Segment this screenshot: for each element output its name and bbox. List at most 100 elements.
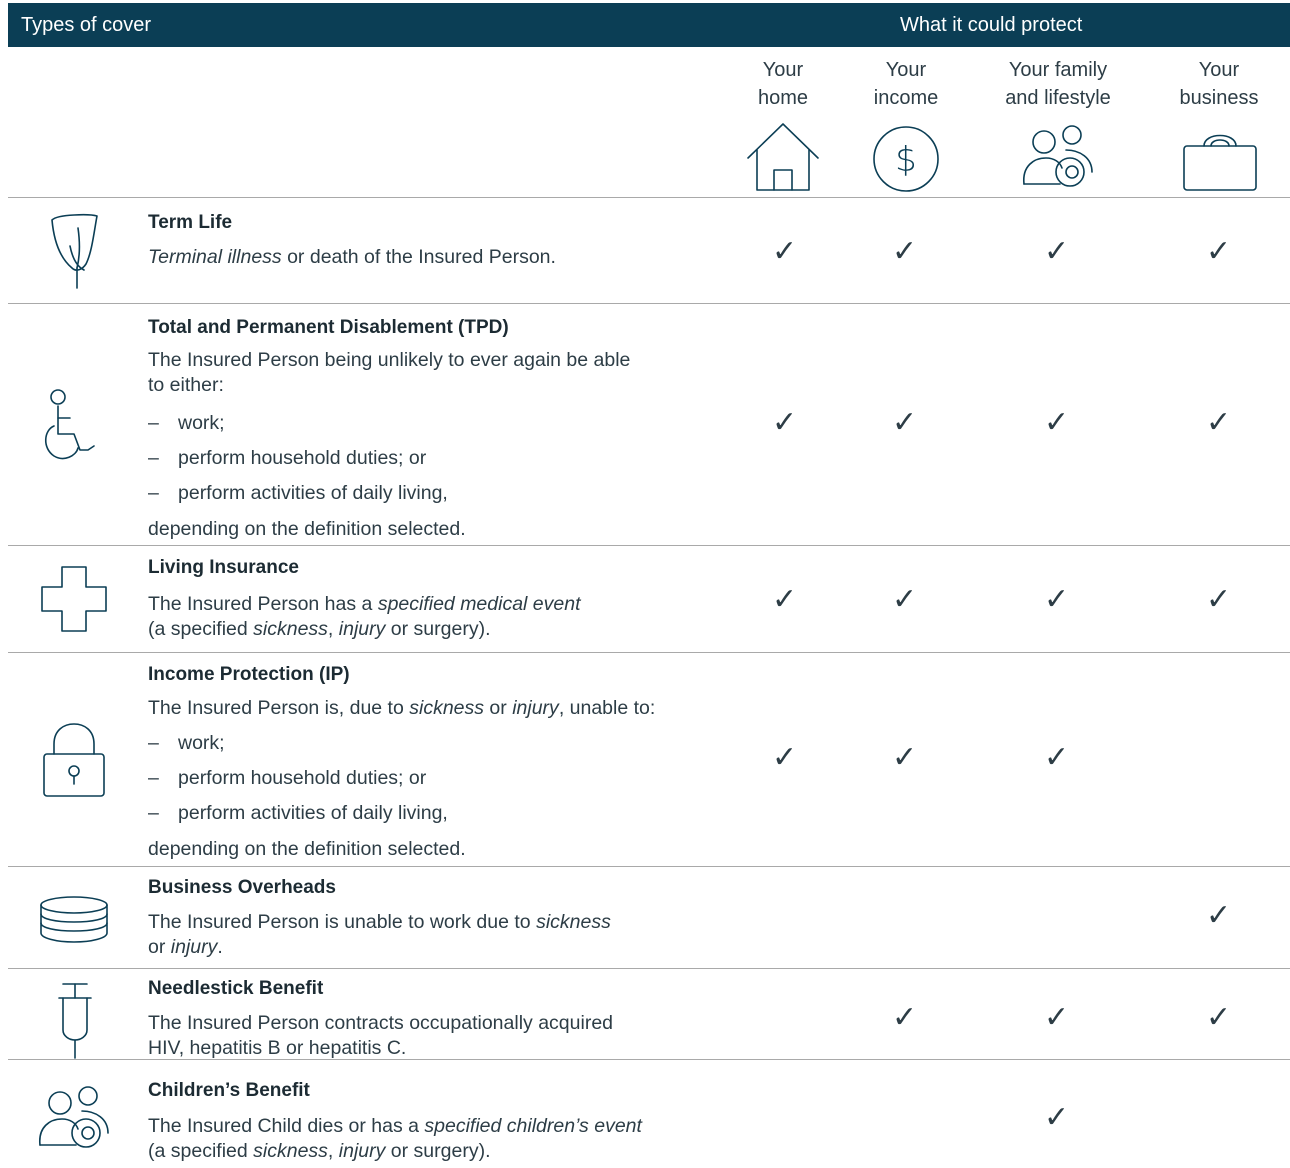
- check-mark-business: ✓: [1206, 583, 1232, 616]
- check-mark-family: ✓: [1044, 235, 1070, 268]
- row-description: Terminal illness or death of the Insured…: [148, 245, 556, 270]
- row-divider: [8, 652, 1290, 653]
- italic-term: Terminal illness: [148, 246, 282, 268]
- dash: –: [148, 732, 159, 754]
- check-mark-income: ✓: [892, 583, 918, 616]
- list-item-text: perform activities of daily living,: [178, 482, 448, 504]
- italic-term: injury: [512, 697, 559, 719]
- row-divider: [8, 545, 1290, 546]
- italic-term: specified medical event: [377, 593, 581, 615]
- column-heading-line: and lifestyle: [1005, 87, 1111, 109]
- text-segment: , unable to:: [558, 697, 656, 719]
- check-mark-income: ✓: [892, 406, 918, 439]
- row-description: The Insured Child dies or has a specifie…: [148, 1114, 642, 1164]
- text-segment: or death of the Insured Person.: [281, 246, 556, 268]
- column-heading-line: Your: [885, 59, 927, 81]
- row-divider: [8, 303, 1290, 304]
- column-heading-line: home: [757, 87, 809, 109]
- dash: –: [148, 802, 159, 824]
- column-heading-line: business: [1179, 87, 1259, 109]
- check-mark-family: ✓: [1044, 1001, 1070, 1034]
- list-item: – perform household duties; or: [148, 767, 426, 790]
- list-item-text: work;: [178, 732, 225, 754]
- briefcase-icon: [1182, 128, 1258, 192]
- row-divider: [8, 197, 1290, 198]
- list-item: – perform household duties; or: [148, 447, 426, 470]
- list-item-text: perform household duties; or: [178, 447, 427, 469]
- text-line: HIV, hepatitis B or hepatitis C.: [148, 1037, 407, 1059]
- italic-term: injury: [338, 1140, 386, 1162]
- table-header-bar: Types of cover What it could protect: [8, 3, 1290, 47]
- dash: –: [148, 482, 159, 504]
- row-divider: [8, 866, 1290, 867]
- list-item: – perform activities of daily living,: [148, 482, 448, 505]
- column-heading-line: Your family: [1008, 59, 1108, 81]
- text-segment: The Insured Person is unable to work due…: [148, 911, 537, 933]
- row-title: Needlestick Benefit: [148, 978, 324, 999]
- lily-icon: [50, 212, 100, 290]
- check-mark-family: ✓: [1044, 1101, 1070, 1134]
- italic-term: sickness: [253, 618, 328, 640]
- list-item-text: perform activities of daily living,: [178, 802, 448, 824]
- svg-text:$: $: [895, 140, 917, 180]
- padlock-icon: [42, 722, 106, 798]
- check-mark-family: ✓: [1044, 583, 1070, 616]
- row-title: Children’s Benefit: [148, 1080, 310, 1101]
- list-item: – perform activities of daily living,: [148, 802, 448, 825]
- text-line: The Insured Person is unable to work due…: [148, 910, 611, 935]
- column-heading-line: Your: [1198, 59, 1240, 81]
- types-of-cover-heading: Types of cover: [21, 14, 152, 36]
- row-footer-text: depending on the definition selected.: [148, 838, 466, 860]
- row-description: The Insured Person has a specified medic…: [148, 592, 581, 642]
- text-segment: (a specified: [148, 1140, 254, 1162]
- text-line: (a specified sickness, injury or surgery…: [148, 617, 581, 642]
- family-icon: [36, 1083, 112, 1151]
- row-footer-text: depending on the definition selected.: [148, 518, 466, 540]
- column-heading-family: Your family and lifestyle: [988, 56, 1128, 112]
- dollar-icon: $: [870, 124, 942, 194]
- row-title: Living Insurance: [148, 557, 299, 578]
- check-mark-business: ✓: [1206, 235, 1232, 268]
- text-segment: .: [217, 936, 223, 958]
- text-line: to either:: [148, 374, 224, 396]
- check-mark-family: ✓: [1044, 741, 1070, 774]
- text-segment: (a specified: [148, 618, 254, 640]
- column-heading-income: Your income: [856, 56, 956, 112]
- column-heading-business: Your business: [1164, 56, 1274, 112]
- text-segment: The Insured Child dies or has a: [148, 1115, 425, 1137]
- italic-term: injury: [170, 936, 218, 958]
- row-divider: [8, 968, 1290, 969]
- row-title: Business Overheads: [148, 877, 336, 898]
- row-description: The Insured Person being unlikely to eve…: [148, 348, 630, 398]
- row-description: The Insured Person contracts occupationa…: [148, 1011, 613, 1061]
- text-segment: ,: [327, 1140, 339, 1162]
- italic-term: sickness: [409, 697, 485, 719]
- column-heading-home: Your home: [733, 56, 833, 112]
- row-description: The Insured Person is, due to sickness o…: [148, 696, 655, 721]
- text-line: The Insured Person contracts occupationa…: [148, 1012, 614, 1034]
- text-segment: The Insured Person has a: [148, 593, 378, 615]
- check-mark-family: ✓: [1044, 406, 1070, 439]
- text-segment: or: [484, 697, 513, 719]
- what-it-could-protect-heading: What it could protect: [900, 14, 1083, 36]
- dash: –: [148, 412, 159, 434]
- text-segment: or: [148, 936, 171, 958]
- text-segment: or surgery).: [385, 618, 491, 640]
- column-heading-line: Your: [762, 59, 804, 81]
- text-line: (a specified sickness, injury or surgery…: [148, 1139, 642, 1164]
- text-segment: The Insured Person is, due to: [148, 697, 410, 719]
- text-line: The Insured Child dies or has a specifie…: [148, 1114, 642, 1139]
- check-mark-business: ✓: [1206, 406, 1232, 439]
- wheelchair-icon: [44, 388, 106, 464]
- check-mark-home: ✓: [772, 406, 798, 439]
- dash: –: [148, 767, 159, 789]
- italic-term: specified children’s event: [424, 1115, 642, 1137]
- check-mark-home: ✓: [772, 741, 798, 774]
- coin-stack-icon: [38, 895, 110, 943]
- row-title: Total and Permanent Disablement (TPD): [148, 317, 509, 338]
- check-mark-income: ✓: [892, 741, 918, 774]
- column-heading-line: income: [873, 87, 939, 109]
- list-item: – work;: [148, 412, 225, 435]
- medical-cross-icon: [40, 565, 108, 633]
- row-title: Income Protection (IP): [148, 664, 350, 685]
